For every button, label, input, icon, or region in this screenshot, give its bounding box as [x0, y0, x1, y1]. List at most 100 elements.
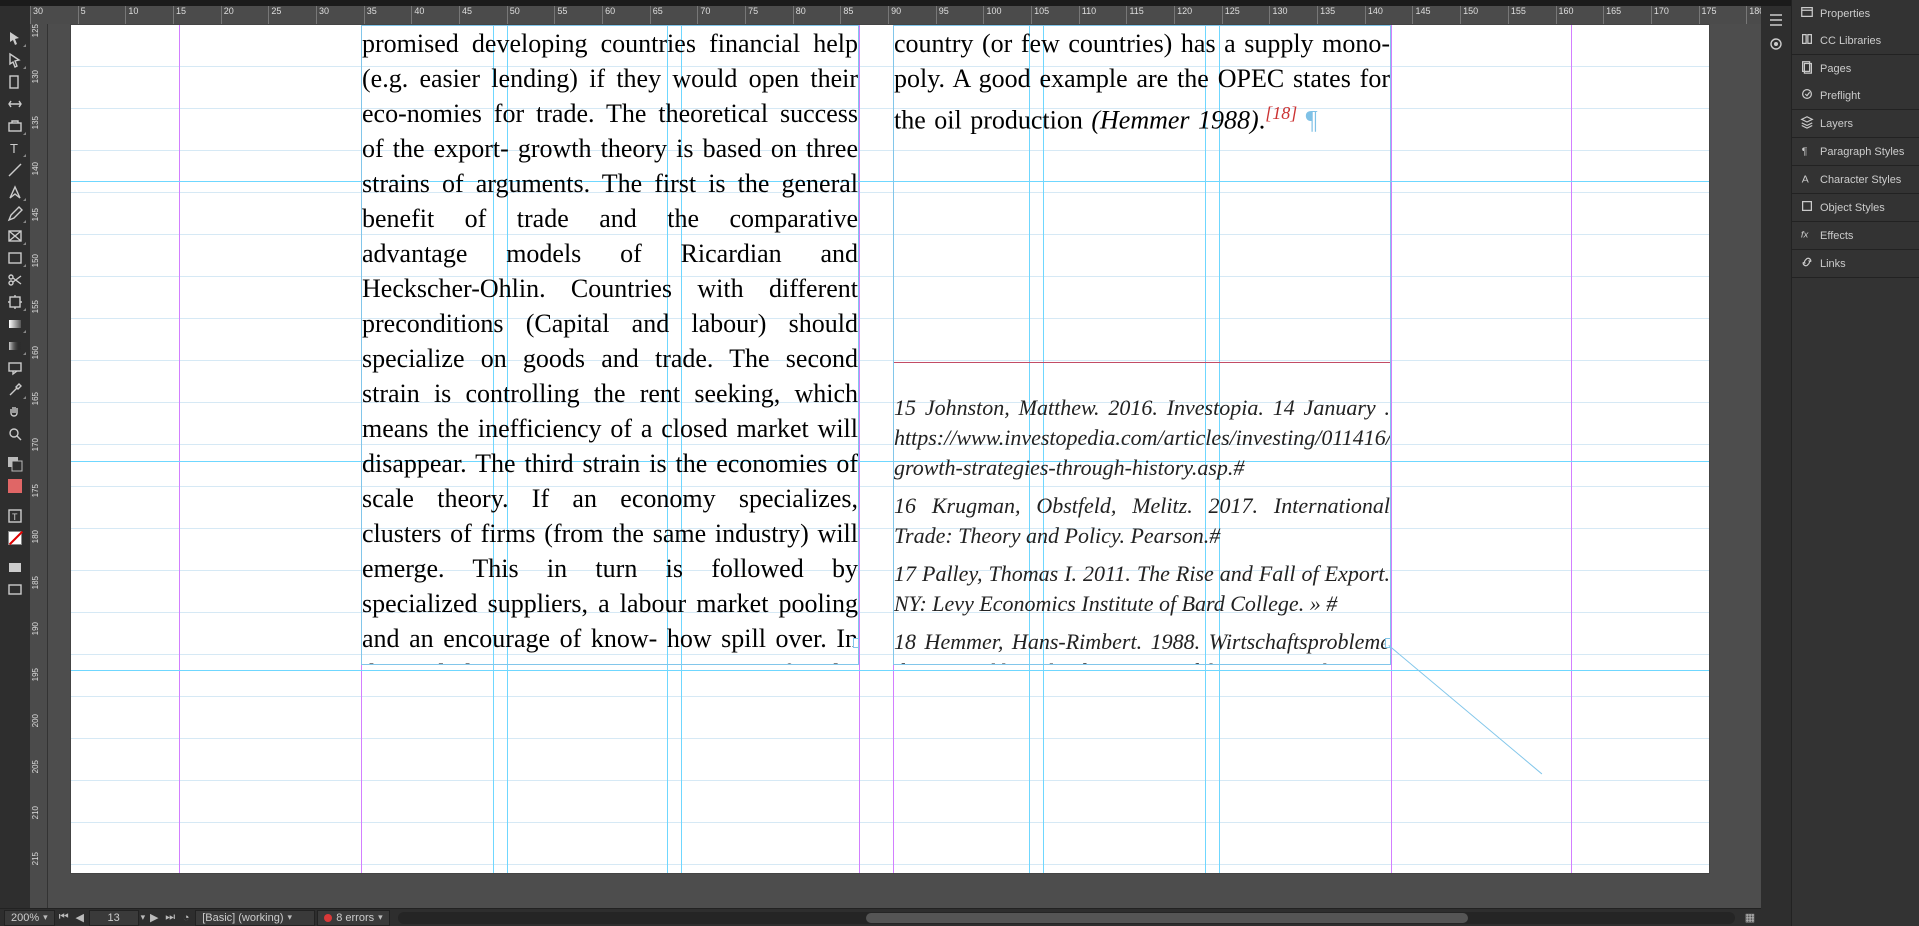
ruler-tick: 130: [1269, 6, 1317, 24]
footnote-15[interactable]: 15 Johnston, Matthew. 2016. Investopia. …: [894, 393, 1390, 483]
ruler-tick: 215: [31, 852, 40, 865]
pen-tool[interactable]: [3, 182, 27, 202]
body-text-left[interactable]: promised developing countries financial …: [362, 26, 858, 665]
free-transform-tool[interactable]: [3, 292, 27, 312]
ruler-tick: 35: [364, 6, 412, 24]
footnote-16[interactable]: 16 Krugman, Obstfeld, Melitz. 2017. Inte…: [894, 491, 1390, 551]
ruler-tick: 135: [31, 116, 40, 129]
direct-selection-tool[interactable]: [3, 50, 27, 70]
gradient-feather-tool[interactable]: [3, 336, 27, 356]
formatting-affects-container[interactable]: T: [3, 506, 27, 526]
rectangle-tool[interactable]: [3, 248, 27, 268]
view-quality-toggle[interactable]: [3, 580, 27, 600]
preflight-profile-select[interactable]: [Basic] (working) ▾: [195, 910, 315, 926]
apply-none-swatch[interactable]: [3, 528, 27, 548]
status-bar: 200% ▾ ⏮ ◀ 13 ▾ ▶ ⏭ ◔ [Basic] (working) …: [0, 908, 1761, 926]
scissors-tool[interactable]: [3, 270, 27, 290]
panel-cc-libraries[interactable]: CC Libraries: [1792, 27, 1919, 54]
pencil-tool[interactable]: [3, 204, 27, 224]
note-tool[interactable]: [3, 358, 27, 378]
panel-links[interactable]: Links: [1792, 250, 1919, 277]
ruler-tick: 165: [31, 392, 40, 405]
first-page-button[interactable]: ⏮: [57, 911, 71, 925]
ruler-tick: 60: [602, 6, 650, 24]
type-tool[interactable]: T: [3, 138, 27, 158]
selection-tool[interactable]: [3, 28, 27, 48]
ruler-tick: 170: [31, 438, 40, 451]
error-count: 8 errors: [336, 912, 374, 924]
svg-text:¶: ¶: [1802, 145, 1808, 157]
panel-pages[interactable]: Pages: [1792, 55, 1919, 82]
gap-tool[interactable]: [3, 94, 27, 114]
fill-stroke-swatch[interactable]: [3, 454, 27, 474]
svg-text:fx: fx: [1801, 230, 1810, 241]
page-tool[interactable]: [3, 72, 27, 92]
ruler-tick: 50: [507, 6, 555, 24]
ruler-tick: 135: [1317, 6, 1365, 24]
ruler-tick: 5: [78, 6, 126, 24]
hand-tool[interactable]: [3, 402, 27, 422]
ruler-tick: 175: [1699, 6, 1747, 24]
ruler-tick: 100: [983, 6, 1031, 24]
ruler-tick: 150: [1460, 6, 1508, 24]
pilcrow-mark: ¶: [1297, 106, 1317, 135]
content-collector-tool[interactable]: [3, 116, 27, 136]
properties-icon: [1800, 5, 1814, 22]
document-canvas[interactable]: 1251301351401451501551601651701751801851…: [30, 24, 1761, 908]
gradient-swatch-tool[interactable]: [3, 314, 27, 334]
footnote-reference: [18]: [1265, 103, 1297, 123]
horizontal-scrollbar[interactable]: [398, 912, 1735, 924]
horizontal-ruler[interactable]: 3051015202530354045505560657075808590951…: [30, 6, 1889, 24]
screen-mode-toggle[interactable]: [3, 558, 27, 578]
page-spread[interactable]: promised developing countries financial …: [70, 24, 1710, 874]
text-thread-link: [1388, 645, 1542, 774]
line-tool[interactable]: [3, 160, 27, 180]
panel-properties[interactable]: Properties: [1792, 0, 1919, 27]
page-field[interactable]: 13: [89, 910, 139, 926]
margin-guide: [179, 25, 180, 873]
panel-paragraph-styles[interactable]: ¶ Paragraph Styles: [1792, 138, 1919, 165]
margin-guide: [1571, 25, 1572, 873]
panel-layers[interactable]: Layers: [1792, 110, 1919, 137]
vertical-ruler[interactable]: 1251301351401451501551601651701751801851…: [30, 24, 48, 908]
object-styles-icon: [1800, 199, 1814, 216]
panel-object-styles[interactable]: Object Styles: [1792, 194, 1919, 221]
screen-mode-icon[interactable]: [1764, 34, 1788, 54]
body-text-frame-right[interactable]: country (or few countries) has a supply …: [893, 25, 1391, 665]
open-navigator-icon[interactable]: ◔: [179, 911, 193, 925]
ruler-tick: 155: [1508, 6, 1556, 24]
view-grid-icon[interactable]: ▦: [1743, 911, 1757, 925]
next-page-button[interactable]: ▶: [147, 911, 161, 925]
zoom-tool[interactable]: [3, 424, 27, 444]
ruler-tick: 10: [125, 6, 173, 24]
prev-page-button[interactable]: ◀: [73, 911, 87, 925]
svg-text:T: T: [10, 141, 18, 156]
preflight-errors[interactable]: 8 errors ▾: [317, 910, 389, 926]
footnote-18[interactable]: 18 Hemmer, Hans-Rimbert. 1988. Wirtschaf…: [894, 627, 1390, 665]
footnote-17[interactable]: 17 Palley, Thomas I. 2011. The Rise and …: [894, 559, 1390, 619]
inline-citation: (Hemmer 1988): [1091, 106, 1258, 135]
ruler-tick: 25: [268, 6, 316, 24]
effects-icon: fx: [1800, 227, 1814, 244]
view-options-icon[interactable]: [1764, 10, 1788, 30]
panel-label: Paragraph Styles: [1820, 146, 1904, 158]
chevron-down-icon[interactable]: ▾: [141, 912, 146, 923]
panel-effects[interactable]: fxEffects: [1792, 222, 1919, 249]
eyedropper-tool[interactable]: [3, 380, 27, 400]
color-fg-swatch[interactable]: [3, 476, 27, 496]
zoom-field[interactable]: 200% ▾: [4, 910, 55, 926]
panel-label: Character Styles: [1820, 174, 1901, 186]
preflight-icon: [1800, 87, 1814, 104]
body-text-frame-left[interactable]: promised developing countries financial …: [361, 25, 859, 665]
footnote-rule: [894, 362, 1390, 363]
scroll-thumb[interactable]: [866, 913, 1468, 923]
panel-preflight[interactable]: Preflight: [1792, 82, 1919, 109]
body-text-right[interactable]: country (or few countries) has a supply …: [894, 26, 1390, 138]
ruler-tick: 175: [31, 484, 40, 497]
panel-character-styles[interactable]: ACharacter Styles: [1792, 166, 1919, 193]
rectangle-frame-tool[interactable]: [3, 226, 27, 246]
ruler-tick: 120: [1174, 6, 1222, 24]
last-page-button[interactable]: ⏭: [163, 911, 177, 925]
ruler-tick: 30: [30, 6, 78, 24]
ruler-tick: 195: [31, 668, 40, 681]
